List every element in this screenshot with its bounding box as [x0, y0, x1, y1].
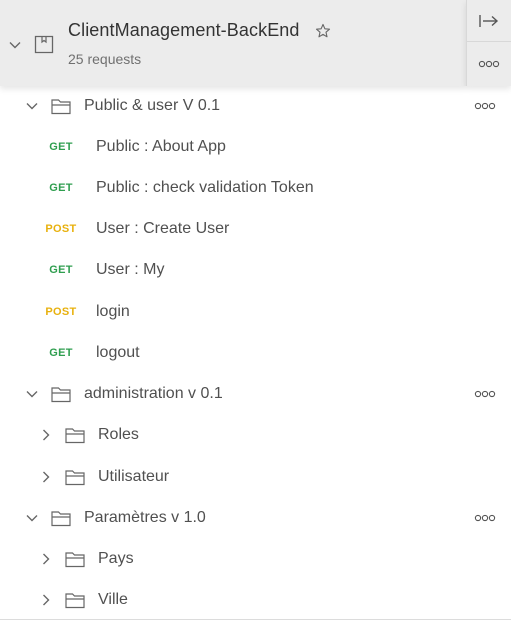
subfolder-row[interactable]: Utilisateur: [0, 457, 511, 498]
more-options-icon: [478, 60, 500, 68]
folder-icon: [65, 428, 85, 444]
request-row[interactable]: GET logout: [0, 333, 511, 374]
subfolder-name[interactable]: Roles: [98, 426, 139, 444]
folder-row[interactable]: Paramètres v 1.0: [0, 498, 511, 539]
chevron-right-icon[interactable]: [39, 552, 53, 566]
request-name[interactable]: login: [96, 303, 130, 321]
folder-icon: [51, 99, 71, 115]
folder-row[interactable]: administration v 0.1: [0, 374, 511, 415]
collection-icon: [34, 35, 54, 54]
collection-sidebar: ClientManagement-BackEnd 25 requests Pub…: [0, 0, 511, 622]
side-actions: [466, 0, 511, 86]
chevron-right-icon[interactable]: [39, 470, 53, 484]
subfolder-name[interactable]: Pays: [98, 550, 134, 568]
request-name[interactable]: User : My: [96, 261, 164, 279]
collection-title[interactable]: ClientManagement-BackEnd: [68, 20, 300, 41]
folder-icon: [51, 387, 71, 403]
subfolder-row[interactable]: Roles: [0, 415, 511, 456]
toggle-panel-button[interactable]: [467, 0, 511, 42]
method-badge: POST: [45, 223, 77, 235]
method-badge: POST: [45, 306, 77, 318]
method-badge: GET: [49, 264, 73, 276]
request-name[interactable]: User : Create User: [96, 220, 229, 238]
collection-more-button[interactable]: [467, 43, 511, 85]
folder-icon: [51, 511, 71, 527]
subfolder-row[interactable]: Pays: [0, 539, 511, 580]
chevron-right-icon[interactable]: [39, 428, 53, 442]
folder-name[interactable]: Public & user V 0.1: [84, 97, 220, 115]
folder-icon: [65, 470, 85, 486]
chevron-down-icon[interactable]: [8, 38, 22, 52]
method-badge: GET: [49, 141, 73, 153]
arrow-right-bar-icon: [479, 14, 499, 27]
more-options-icon[interactable]: [474, 390, 496, 398]
request-row[interactable]: GET Public : check validation Token: [0, 168, 511, 209]
request-row[interactable]: GET Public : About App: [0, 127, 511, 168]
request-count: 25 requests: [68, 51, 142, 67]
folder-row[interactable]: Public & user V 0.1: [0, 86, 511, 127]
folder-icon: [65, 552, 85, 568]
request-row[interactable]: POST User : Create User: [0, 209, 511, 250]
chevron-down-icon[interactable]: [25, 99, 39, 113]
method-badge: GET: [49, 182, 73, 194]
folder-name[interactable]: Paramètres v 1.0: [84, 509, 206, 527]
chevron-right-icon[interactable]: [39, 593, 53, 607]
folder-icon: [65, 593, 85, 609]
request-row[interactable]: GET User : My: [0, 250, 511, 291]
request-name[interactable]: logout: [96, 344, 140, 362]
subfolder-name[interactable]: Utilisateur: [98, 468, 169, 486]
subfolder-name[interactable]: Ville: [98, 591, 128, 609]
chevron-down-icon[interactable]: [25, 511, 39, 525]
subfolder-row[interactable]: Ville: [0, 580, 511, 621]
divider: [0, 619, 511, 620]
chevron-down-icon[interactable]: [25, 387, 39, 401]
collection-header[interactable]: ClientManagement-BackEnd 25 requests: [0, 0, 466, 86]
request-name[interactable]: Public : About App: [96, 138, 226, 156]
request-name[interactable]: Public : check validation Token: [96, 179, 314, 197]
folder-name[interactable]: administration v 0.1: [84, 385, 223, 403]
more-options-icon[interactable]: [474, 102, 496, 110]
more-options-icon[interactable]: [474, 514, 496, 522]
request-row[interactable]: POST login: [0, 292, 511, 333]
star-icon[interactable]: [315, 23, 331, 39]
method-badge: GET: [49, 347, 73, 359]
